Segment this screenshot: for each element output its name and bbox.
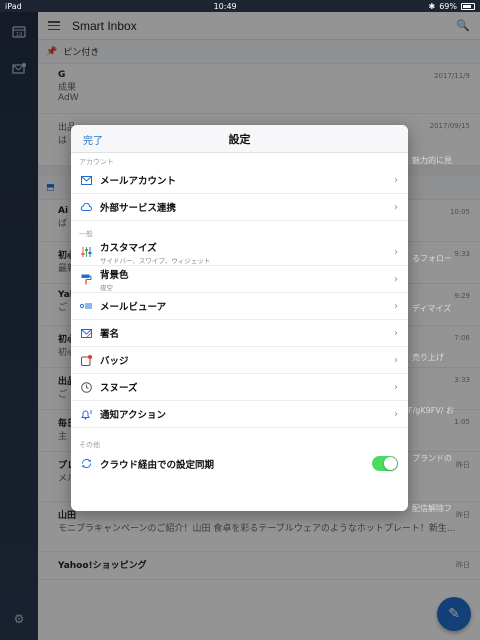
- signature-icon: [79, 326, 93, 340]
- setting-label: 外部サービス連携: [100, 203, 177, 214]
- section-header-other: その他: [79, 441, 100, 449]
- setting-external-services[interactable]: 外部サービス連携 ›: [71, 194, 408, 221]
- battery-percent: 69%: [439, 1, 457, 11]
- chevron-right-icon: ›: [394, 273, 398, 285]
- battery-icon: [461, 2, 475, 10]
- setting-label: 背景色: [100, 269, 129, 281]
- setting-background-color[interactable]: 背景色 夜空 ›: [71, 266, 408, 293]
- setting-signature[interactable]: 署名 ›: [71, 320, 408, 347]
- bell-icon: [79, 407, 93, 421]
- setting-mail-account[interactable]: メールアカウント ›: [71, 167, 408, 194]
- setting-sublabel: 夜空: [100, 283, 113, 292]
- setting-label: スヌーズ: [100, 383, 138, 394]
- setting-label: バッジ: [100, 356, 129, 367]
- setting-label: 通知アクション: [100, 410, 167, 421]
- setting-cloud-sync: クラウド経由での設定同期: [71, 450, 408, 477]
- clock-icon: [79, 380, 93, 394]
- setting-notification-actions[interactable]: 通知アクション ›: [71, 401, 408, 428]
- paint-roller-icon: [79, 272, 93, 286]
- clock-time: 10:49: [213, 1, 237, 11]
- cloud-icon: [79, 200, 93, 214]
- chevron-right-icon: ›: [394, 246, 398, 258]
- badge-icon: [79, 353, 93, 367]
- bluetooth-icon: ✱: [428, 1, 436, 11]
- section-header-account: アカウント: [79, 158, 114, 166]
- chevron-right-icon: ›: [394, 327, 398, 339]
- setting-mail-viewer[interactable]: メールビューア ›: [71, 293, 408, 320]
- chevron-right-icon: ›: [394, 354, 398, 366]
- done-button[interactable]: 完了: [83, 132, 103, 147]
- sliders-icon: [79, 245, 93, 259]
- settings-modal: 完了 設定 アカウント メールアカウント › 外部サービス連携 › 一般 カスタ…: [71, 125, 408, 511]
- setting-snooze[interactable]: スヌーズ ›: [71, 374, 408, 401]
- cloud-sync-toggle[interactable]: [372, 456, 398, 471]
- sync-icon: [79, 457, 93, 471]
- section-header-general: 一般: [79, 230, 93, 238]
- setting-badge[interactable]: バッジ ›: [71, 347, 408, 374]
- setting-label: 署名: [100, 329, 120, 340]
- chevron-right-icon: ›: [394, 408, 398, 420]
- chevron-right-icon: ›: [394, 174, 398, 186]
- setting-sublabel: サイドバー、スワイプ、ウィジェット: [100, 256, 211, 265]
- setting-customize[interactable]: カスタマイズ サイドバー、スワイプ、ウィジェット ›: [71, 239, 408, 266]
- setting-label: クラウド経由での設定同期: [100, 459, 215, 471]
- mail-viewer-icon: [79, 299, 93, 313]
- modal-header: 完了 設定: [71, 125, 408, 153]
- setting-label: カスタマイズ: [100, 242, 157, 254]
- chevron-right-icon: ›: [394, 201, 398, 213]
- chevron-right-icon: ›: [394, 381, 398, 393]
- status-bar: iPad 10:49 ✱ 69%: [0, 0, 480, 12]
- setting-label: メールアカウント: [100, 176, 177, 187]
- modal-title: 設定: [228, 132, 251, 146]
- mail-icon: [79, 173, 93, 187]
- chevron-right-icon: ›: [394, 300, 398, 312]
- setting-label: メールビューア: [100, 302, 167, 313]
- device-label: iPad: [5, 1, 22, 11]
